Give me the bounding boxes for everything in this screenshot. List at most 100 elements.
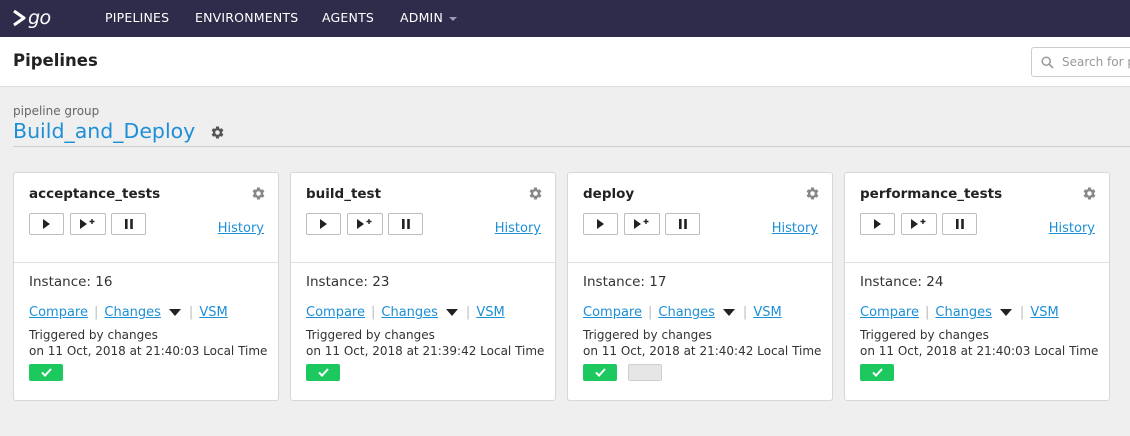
check-icon [40,368,52,377]
check-icon [317,368,329,377]
link-separator: | [924,305,930,320]
logo-text: go [28,7,51,29]
link-separator: | [742,305,748,320]
history-link[interactable]: History [218,221,264,236]
gear-icon[interactable] [528,186,543,201]
link-separator: | [1019,305,1025,320]
play-plus-icon [80,219,95,229]
compare-link[interactable]: Compare [29,305,88,320]
gear-icon[interactable] [805,186,820,201]
nav-admin-label: ADMIN [400,10,443,25]
pipeline-card: deploy History Instance: 17 Compare | Ch… [567,172,833,401]
link-separator: | [465,305,471,320]
pipeline-card-header: acceptance_tests History [14,173,278,263]
nav-admin[interactable]: ADMIN [400,10,457,25]
pipeline-name: acceptance_tests [29,186,161,202]
trigger-with-options-button[interactable] [901,213,937,235]
history-link[interactable]: History [772,221,818,236]
triggered-time-text: on 11 Oct, 2018 at 21:40:03 Local Time [29,344,268,358]
triggered-time-text: on 11 Oct, 2018 at 21:39:42 Local Time [306,344,545,358]
link-separator: | [188,305,194,320]
check-icon [871,368,883,377]
nav-pipelines[interactable]: PIPELINES [105,10,169,25]
stage-passed[interactable] [860,364,894,381]
group-name-link[interactable]: Build_and_Deploy [13,119,195,143]
play-plus-icon [911,219,926,229]
group-label: pipeline group [13,104,100,118]
stage-not-run[interactable] [628,364,662,381]
play-plus-icon [357,219,372,229]
check-icon [594,368,606,377]
go-logo-icon [13,9,26,27]
caret-down-icon[interactable] [722,309,735,316]
gear-icon[interactable] [251,186,266,201]
pipeline-card-header: performance_tests History [845,173,1109,263]
nav-agents[interactable]: AGENTS [322,10,374,25]
link-separator: | [370,305,376,320]
pipeline-card: performance_tests History Instance: 24 C… [844,172,1110,401]
instance-label: Instance: 23 [306,274,390,290]
stage-passed[interactable] [306,364,340,381]
history-link[interactable]: History [495,221,541,236]
instance-label: Instance: 17 [583,274,667,290]
pause-button[interactable] [665,213,700,235]
gear-icon[interactable] [1082,186,1097,201]
vsm-link[interactable]: VSM [753,305,781,320]
play-icon [597,219,604,229]
pipeline-card-header: deploy History [568,173,832,263]
gear-icon[interactable] [210,125,225,140]
triggered-time-text: on 11 Oct, 2018 at 21:40:42 Local Time [583,344,822,358]
chevron-down-icon [449,16,457,21]
history-link[interactable]: History [1049,221,1095,236]
vsm-link[interactable]: VSM [199,305,227,320]
nav-environments[interactable]: ENVIRONMENTS [195,10,298,25]
play-icon [43,219,50,229]
changes-link[interactable]: Changes [381,305,438,320]
top-nav: go PIPELINES ENVIRONMENTS AGENTS ADMIN [0,0,1130,37]
trigger-button[interactable] [306,213,341,235]
pipeline-name: deploy [583,186,635,202]
changes-link[interactable]: Changes [935,305,992,320]
triggered-by-text: Triggered by changes [29,328,158,342]
changes-link[interactable]: Changes [104,305,161,320]
pipeline-card-header: build_test History [291,173,555,263]
search-box[interactable] [1031,47,1130,77]
triggered-by-text: Triggered by changes [306,328,435,342]
link-separator: | [647,305,653,320]
instance-links: Compare | Changes | VSM [583,305,782,320]
pause-icon [124,219,133,229]
trigger-with-options-button[interactable] [70,213,106,235]
changes-link[interactable]: Changes [658,305,715,320]
stage-passed[interactable] [583,364,617,381]
trigger-with-options-button[interactable] [624,213,660,235]
caret-down-icon[interactable] [445,309,458,316]
instance-label: Instance: 16 [29,274,113,290]
trigger-with-options-button[interactable] [347,213,383,235]
vsm-link[interactable]: VSM [476,305,504,320]
pipeline-name: build_test [306,186,382,202]
search-icon [1041,56,1054,69]
page-title: Pipelines [13,51,98,70]
trigger-button[interactable] [29,213,64,235]
instance-links: Compare | Changes | VSM [29,305,228,320]
page-header: Pipelines [0,37,1130,87]
compare-link[interactable]: Compare [306,305,365,320]
caret-down-icon[interactable] [999,309,1012,316]
go-logo[interactable]: go [12,6,51,30]
pause-icon [678,219,687,229]
play-plus-icon [634,219,649,229]
pause-button[interactable] [111,213,146,235]
compare-link[interactable]: Compare [860,305,919,320]
instance-links: Compare | Changes | VSM [860,305,1059,320]
triggered-time-text: on 11 Oct, 2018 at 21:40:03 Local Time [860,344,1099,358]
pause-icon [955,219,964,229]
vsm-link[interactable]: VSM [1030,305,1058,320]
trigger-button[interactable] [583,213,618,235]
pause-button[interactable] [388,213,423,235]
caret-down-icon[interactable] [168,309,181,316]
compare-link[interactable]: Compare [583,305,642,320]
trigger-button[interactable] [860,213,895,235]
search-input[interactable] [1062,53,1130,71]
pause-button[interactable] [942,213,977,235]
stage-passed[interactable] [29,364,63,381]
